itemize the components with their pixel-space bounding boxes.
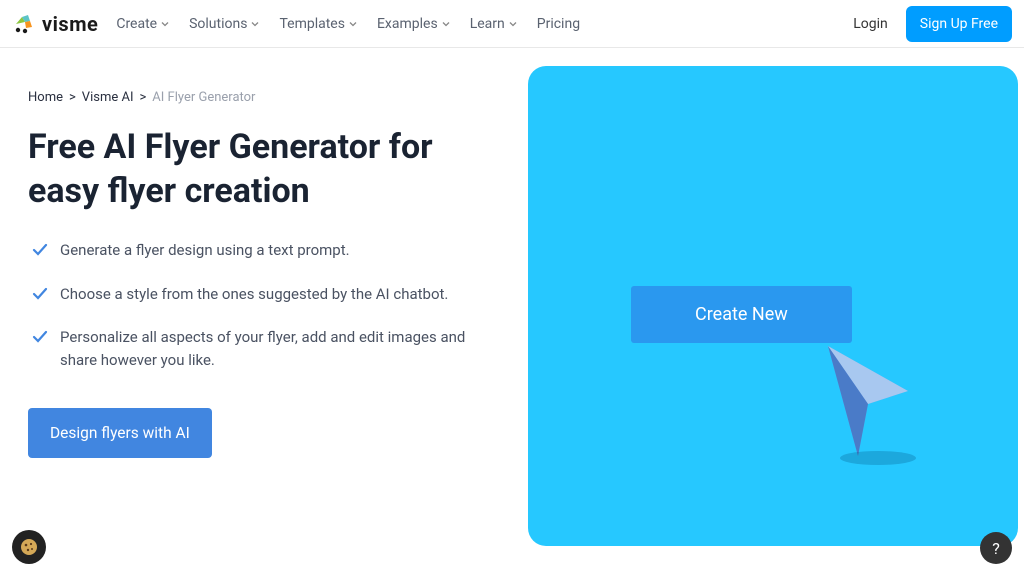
cookie-settings-button[interactable] [12,530,46,564]
logo-mark-icon [12,11,38,37]
brand-logo[interactable]: visme [12,11,98,37]
primary-nav: Create Solutions Templates Examples Lear… [116,16,853,32]
chevron-down-icon [509,20,517,28]
nav-label: Pricing [537,16,580,32]
design-flyers-button[interactable]: Design flyers with AI [28,408,212,458]
nav-create[interactable]: Create [116,16,169,32]
header-actions: Login Sign Up Free [853,6,1012,42]
nav-learn[interactable]: Learn [470,16,517,32]
illustration-panel: Create New [528,66,1018,546]
check-icon [32,329,48,345]
breadcrumb-separator: > [69,90,76,105]
signup-button[interactable]: Sign Up Free [906,6,1012,42]
page-title: Free AI Flyer Generator for easy flyer c… [28,125,498,213]
help-icon: ? [992,539,1000,558]
cursor-icon [808,336,928,470]
feature-text: Personalize all aspects of your flyer, a… [60,326,498,373]
breadcrumb-separator: > [139,90,146,105]
chevron-down-icon [161,20,169,28]
feature-text: Generate a flyer design using a text pro… [60,239,350,262]
breadcrumb-vismeai[interactable]: Visme AI [82,90,134,105]
help-button[interactable]: ? [980,532,1012,564]
chevron-down-icon [442,20,450,28]
chevron-down-icon [349,20,357,28]
nav-templates[interactable]: Templates [279,16,357,32]
nav-examples[interactable]: Examples [377,16,450,32]
nav-label: Create [116,16,157,32]
site-header: visme Create Solutions Templates Example… [0,0,1024,48]
nav-label: Templates [279,16,345,32]
nav-label: Examples [377,16,438,32]
login-link[interactable]: Login [853,16,888,32]
nav-solutions[interactable]: Solutions [189,16,259,32]
breadcrumb-home[interactable]: Home [28,90,63,105]
feature-list: Generate a flyer design using a text pro… [28,239,498,372]
logo-text: visme [42,12,98,36]
breadcrumb: Home > Visme AI > AI Flyer Generator [28,90,498,105]
nav-pricing[interactable]: Pricing [537,16,580,32]
main-content: Home > Visme AI > AI Flyer Generator Fre… [0,48,1024,546]
breadcrumb-current: AI Flyer Generator [152,90,255,105]
cookie-icon [19,537,39,557]
create-new-button: Create New [631,286,852,343]
nav-label: Solutions [189,16,247,32]
feature-item: Choose a style from the ones suggested b… [32,283,498,306]
nav-label: Learn [470,16,505,32]
feature-text: Choose a style from the ones suggested b… [60,283,448,306]
check-icon [32,242,48,258]
feature-item: Generate a flyer design using a text pro… [32,239,498,262]
check-icon [32,286,48,302]
hero-illustration: Create New [528,66,1018,546]
hero-left: Home > Visme AI > AI Flyer Generator Fre… [28,66,498,546]
feature-item: Personalize all aspects of your flyer, a… [32,326,498,373]
chevron-down-icon [251,20,259,28]
